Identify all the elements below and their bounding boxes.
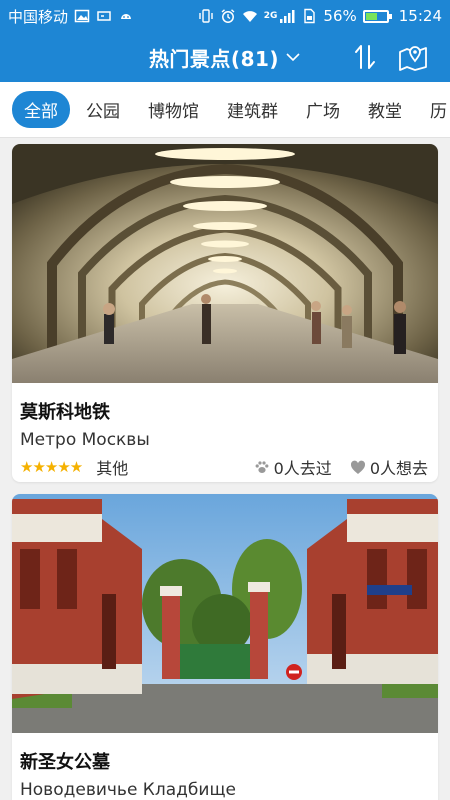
visited-label: 0人去过	[273, 459, 332, 478]
category-tabs: 全部 公园 博物馆 建筑群 广场 教堂 历	[0, 82, 450, 138]
tab-squares[interactable]: 广场	[294, 91, 352, 128]
tab-all[interactable]: 全部	[12, 91, 70, 128]
wanted-label: 0人想去	[369, 459, 428, 478]
tab-churches[interactable]: 教堂	[356, 91, 414, 128]
network-type-label: 2G	[263, 11, 278, 21]
attraction-photo	[12, 144, 438, 383]
android-icon	[121, 14, 132, 19]
page-title: 热门景点(81)	[148, 46, 280, 71]
alarm-icon	[221, 9, 235, 23]
battery-percent: 56%	[323, 7, 357, 25]
attraction-meta: ★★★★★ 其他 0人去过 0人想去	[20, 456, 428, 478]
battery-icon	[362, 9, 392, 23]
sort-button[interactable]	[348, 40, 382, 74]
image-icon	[74, 9, 90, 23]
sort-arrows-icon	[355, 45, 375, 69]
notification-icon	[97, 11, 111, 21]
carrier-label: 中国移动	[8, 7, 69, 26]
app-bar: 热门景点(81)	[0, 32, 450, 82]
attraction-name: 莫斯科地铁	[20, 402, 110, 423]
heart-icon	[350, 460, 365, 474]
attraction-list: 莫斯科地铁 Метро Москвы ★★★★★ 其他 0人去过 0人想去 新圣…	[0, 138, 450, 800]
attraction-local-name: Новодевичье Кладбище	[20, 780, 236, 800]
visited-count[interactable]: 0人去过	[254, 455, 332, 479]
attraction-card[interactable]: 莫斯科地铁 Метро Москвы ★★★★★ 其他 0人去过 0人想去	[12, 144, 438, 482]
wanted-count[interactable]: 0人想去	[350, 455, 428, 479]
attraction-category: 其他	[96, 459, 129, 478]
sim-icon	[304, 8, 316, 24]
title-dropdown[interactable]: 热门景点(81)	[0, 32, 450, 82]
tab-museums[interactable]: 博物馆	[136, 91, 211, 128]
map-pin-icon	[399, 46, 427, 71]
wifi-icon	[242, 11, 257, 22]
attraction-name: 新圣女公墓	[20, 752, 110, 773]
tab-building-complexes[interactable]: 建筑群	[215, 91, 290, 128]
map-button[interactable]	[394, 40, 432, 74]
paw-icon	[255, 461, 269, 473]
signal-icon	[280, 10, 295, 23]
attraction-photo	[12, 494, 438, 733]
star-rating: ★★★★★	[20, 458, 83, 476]
clock: 15:24	[398, 7, 442, 25]
attraction-local-name: Метро Москвы	[20, 430, 150, 450]
tab-parks[interactable]: 公园	[74, 91, 132, 128]
attraction-card[interactable]: 新圣女公墓 Новодевичье Кладбище	[12, 494, 438, 800]
status-bar: 中国移动 2G 56% 15:24	[0, 0, 450, 32]
chevron-down-icon	[286, 53, 300, 62]
tab-history[interactable]: 历	[418, 91, 450, 128]
vibrate-icon	[199, 9, 213, 23]
